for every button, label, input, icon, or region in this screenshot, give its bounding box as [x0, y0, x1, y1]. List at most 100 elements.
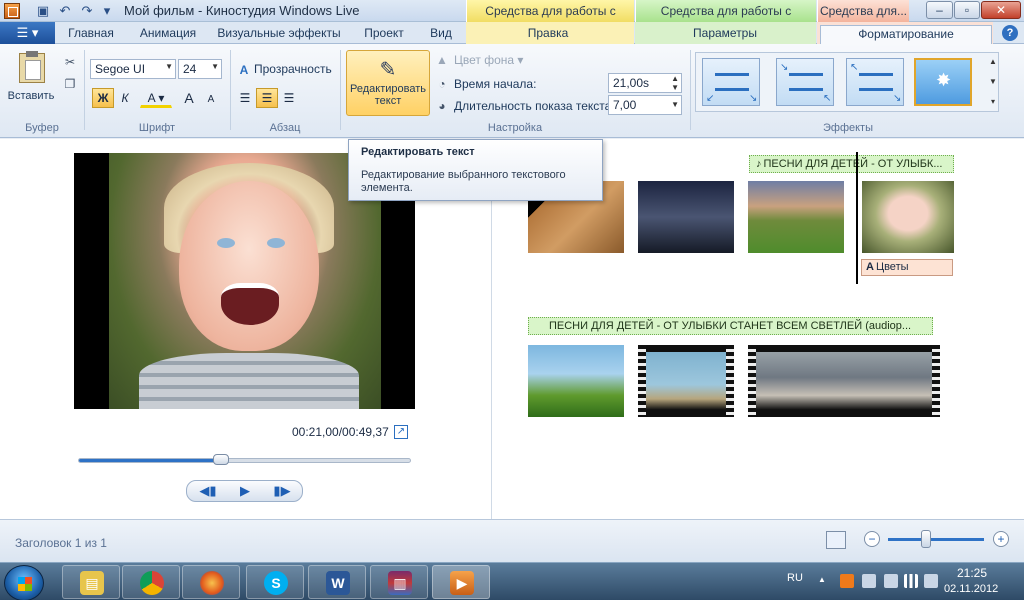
taskbar-firefox[interactable]	[182, 565, 240, 599]
caption-label: Цветы	[875, 261, 909, 273]
effect-zoom-in[interactable]: ↘ ↖	[776, 58, 834, 106]
tray-device-icon[interactable]	[862, 574, 876, 588]
clip-rainbow[interactable]	[528, 345, 624, 417]
grow-font-button[interactable]: A	[178, 88, 200, 108]
save-icon[interactable]: ▣	[34, 2, 52, 20]
edit-text-label-2: текст	[374, 95, 402, 107]
duration-select[interactable]: 7,00 ▼	[608, 95, 682, 115]
taskbar-explorer[interactable]: ▤	[62, 565, 120, 599]
align-center-button[interactable]: ☰	[256, 88, 278, 108]
next-frame-icon[interactable]: ▮▶	[264, 483, 300, 499]
font-size-select[interactable]: 24 ▼	[178, 59, 222, 79]
clip-seals[interactable]	[748, 345, 940, 417]
effect-shine[interactable]: ✸	[914, 58, 972, 106]
redo-icon[interactable]: ↷	[78, 2, 96, 20]
tab-view[interactable]: Вид	[420, 25, 462, 44]
tab-edit[interactable]: Правка	[500, 25, 596, 44]
paste-button[interactable]: Вставить	[4, 90, 58, 102]
tab-visual-effects[interactable]: Визуальные эффекты	[214, 25, 344, 44]
archive-icon: ▥	[388, 571, 412, 595]
tab-formatting[interactable]: Форматирование	[820, 25, 992, 45]
zoom-in-icon[interactable]: +	[993, 531, 1009, 547]
bold-button[interactable]: Ж	[92, 88, 114, 108]
align-right-button[interactable]: ☰	[278, 88, 300, 108]
language-indicator[interactable]: RU	[787, 572, 803, 584]
context-tab-format: Средства для...	[817, 0, 909, 22]
zoom-out-icon[interactable]: −	[864, 531, 880, 547]
effect-zoom-out[interactable]: ↖ ↘	[846, 58, 904, 106]
tab-options[interactable]: Параметры	[665, 25, 785, 44]
zoom-slider[interactable]	[888, 538, 984, 541]
tab-project[interactable]: Проект	[354, 25, 414, 44]
minimize-button[interactable]: –	[926, 1, 953, 19]
paste-icon[interactable]	[19, 51, 45, 83]
edit-text-button[interactable]: ✎ Редактировать текст	[346, 50, 430, 116]
moviemaker-icon: ▶	[450, 571, 474, 595]
tray-volume-icon[interactable]	[924, 574, 938, 588]
taskbar-moviemaker[interactable]: ▶	[432, 565, 490, 599]
undo-icon[interactable]: ↶	[56, 2, 74, 20]
tray-signal-icon[interactable]	[904, 574, 918, 588]
effects-scroll[interactable]: ▲ ▼ ▾	[987, 52, 999, 112]
seek-bar-fill	[79, 459, 222, 462]
tooltip-title: Редактировать текст	[361, 146, 475, 158]
clock-time[interactable]: 21:25	[957, 566, 987, 580]
play-icon[interactable]: ▶	[227, 483, 263, 499]
tray-avast-icon[interactable]	[840, 574, 854, 588]
fullscreen-icon[interactable]: ↗	[394, 425, 408, 439]
close-button[interactable]: ✕	[981, 1, 1021, 19]
seek-bar[interactable]	[78, 454, 411, 465]
font-color-label: A	[147, 91, 155, 105]
clip-landscape[interactable]	[748, 181, 844, 253]
storyboard-view-icon[interactable]	[826, 531, 846, 549]
seek-thumb[interactable]	[213, 454, 230, 465]
start-time-input[interactable]: 21,00s ▲ ▼	[608, 73, 682, 93]
cut-icon[interactable]: ✂	[62, 54, 78, 70]
windows-icon	[18, 577, 32, 591]
font-size-value: 24	[183, 62, 197, 76]
start-button[interactable]	[4, 565, 44, 600]
previous-frame-icon[interactable]: ◀▮	[190, 483, 226, 499]
skype-icon: S	[264, 571, 288, 595]
font-family-select[interactable]: Segoe UI ▼	[90, 59, 176, 79]
help-icon[interactable]: ?	[1002, 25, 1018, 41]
taskbar-skype[interactable]: S	[246, 565, 304, 599]
playhead[interactable]	[856, 152, 858, 284]
align-left-button[interactable]: ☰	[234, 88, 256, 108]
status-text: Заголовок 1 из 1	[15, 536, 107, 550]
app-icon[interactable]	[4, 3, 20, 19]
customize-icon[interactable]: ▾	[98, 2, 116, 20]
clip-horses[interactable]	[638, 345, 734, 417]
transparency-button[interactable]: Прозрачность	[254, 62, 332, 76]
bg-color-label: Цвет фона	[454, 53, 515, 67]
caption-chip[interactable]: A Цветы	[861, 259, 953, 276]
taskbar-winrar[interactable]: ▥	[370, 565, 428, 599]
taskbar-word[interactable]: W	[308, 565, 366, 599]
maximize-button[interactable]: ▫	[954, 1, 980, 19]
music-note-icon: ♪	[756, 158, 762, 170]
duration-icon: ◕	[438, 99, 446, 113]
chrome-icon	[140, 571, 164, 595]
music-track-bottom[interactable]: ПЕСНИ ДЛЯ ДЕТЕЙ - ОТ УЛЫБКИ СТАНЕТ ВСЕМ …	[528, 317, 933, 335]
bg-color-button[interactable]: Цвет фона ▾	[454, 53, 523, 67]
clock-date[interactable]: 02.11.2012	[944, 583, 998, 595]
tab-home[interactable]: Главная	[60, 25, 122, 44]
tray-expand-icon[interactable]: ▲	[818, 575, 826, 584]
duration-value: 7,00	[613, 98, 637, 112]
tray-power-icon[interactable]	[884, 574, 898, 588]
group-clipboard-label: Буфер	[25, 122, 59, 134]
clip-night[interactable]	[638, 181, 734, 253]
taskbar-chrome[interactable]	[122, 565, 180, 599]
copy-icon[interactable]: ❐	[62, 76, 78, 92]
zoom-thumb[interactable]	[921, 530, 932, 548]
caption-icon: A	[866, 261, 874, 273]
italic-button[interactable]: К	[114, 88, 136, 108]
tab-animation[interactable]: Анимация	[130, 25, 206, 44]
clip-child[interactable]	[862, 181, 954, 253]
music-track-top[interactable]: ♪ ПЕСНИ ДЛЯ ДЕТЕЙ - ОТ УЛЫБК...	[749, 155, 954, 173]
shrink-font-button[interactable]: A	[200, 90, 222, 110]
font-family-value: Segoe UI	[95, 62, 146, 76]
app-menu-button[interactable]: ☰ ▾	[0, 22, 55, 44]
effect-scroll-up[interactable]: ↙ ↘	[702, 58, 760, 106]
font-color-button[interactable]: A ▾	[140, 88, 172, 108]
